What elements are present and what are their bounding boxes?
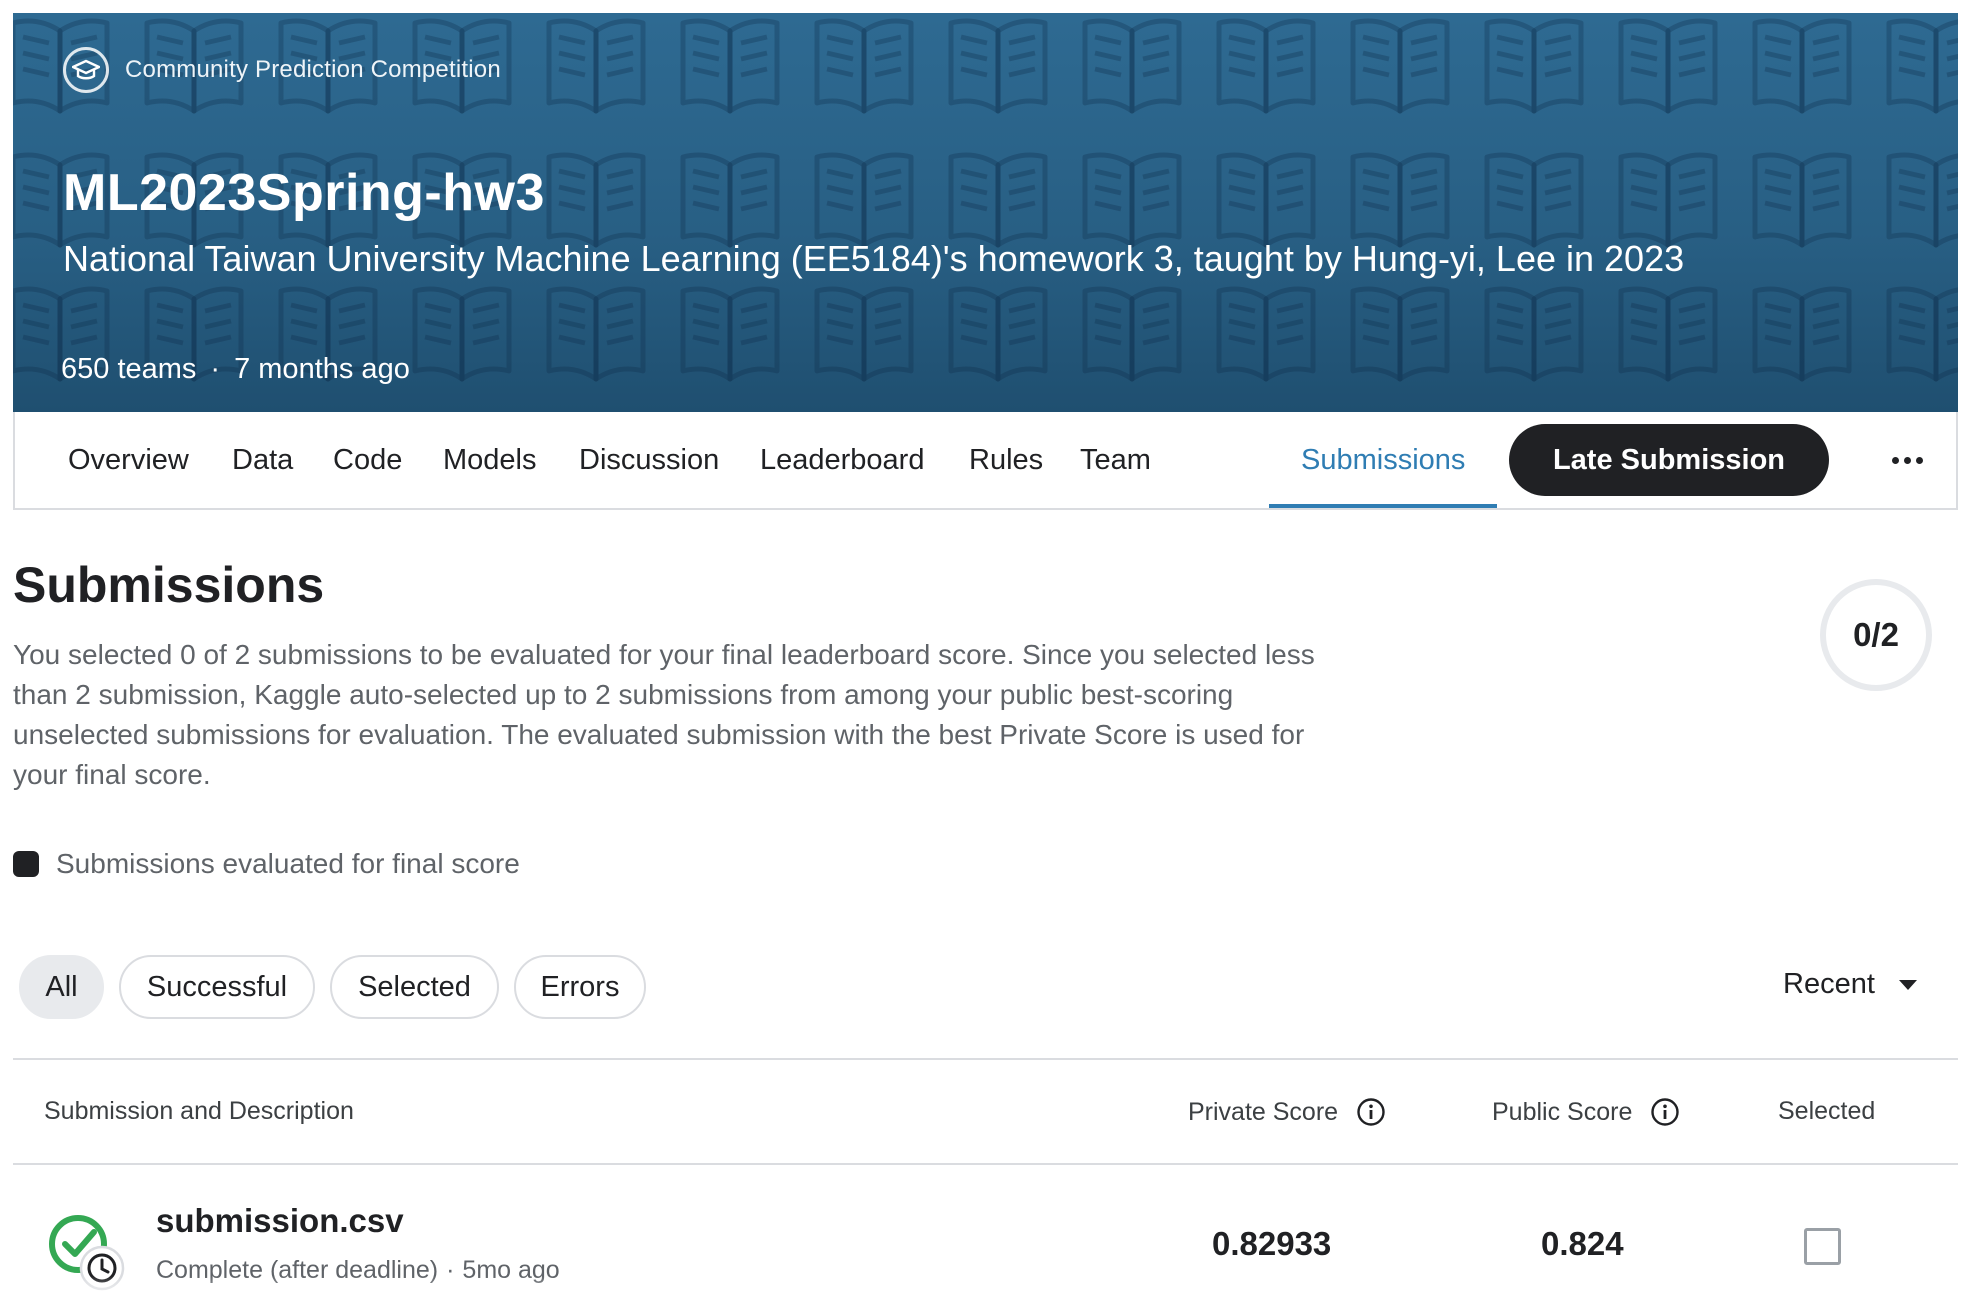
competition-tab-bar: Overview Data Code Models Discussion Lea…: [13, 412, 1958, 510]
private-score-value: 0.82933: [1212, 1225, 1332, 1262]
more-dot: [1891, 456, 1899, 464]
column-header-public-score: Public Score: [1492, 1097, 1680, 1127]
column-header-private-score: Private Score: [1188, 1097, 1386, 1127]
table-header-divider: [13, 1163, 1958, 1165]
competition-header: Community Prediction Competition ML2023S…: [13, 13, 1958, 412]
tab-data[interactable]: Data: [232, 412, 293, 508]
tab-leaderboard[interactable]: Leaderboard: [760, 412, 924, 508]
more-dot: [1915, 456, 1923, 464]
filter-chip-errors[interactable]: Errors: [514, 955, 646, 1019]
meta-separator: ·: [210, 353, 221, 385]
sort-label: Recent: [1783, 968, 1875, 1000]
filter-chip-selected[interactable]: Selected: [330, 955, 499, 1019]
tab-models[interactable]: Models: [443, 412, 537, 508]
final-score-legend: Submissions evaluated for final score: [13, 848, 520, 880]
competition-type-label: Community Prediction Competition: [125, 56, 501, 83]
submission-file-name[interactable]: submission.csv: [156, 1202, 404, 1240]
tab-discussion[interactable]: Discussion: [579, 412, 719, 508]
competition-subtitle: National Taiwan University Machine Learn…: [63, 238, 1685, 279]
teams-count: 650 teams: [61, 353, 197, 385]
column-header-selected: Selected: [1778, 1097, 1875, 1126]
tab-code[interactable]: Code: [333, 412, 402, 508]
column-header-label: Selected: [1778, 1097, 1876, 1125]
table-top-divider: [13, 1058, 1958, 1060]
more-horizontal-icon[interactable]: [1883, 438, 1931, 482]
graduation-cap-icon: [63, 47, 109, 93]
legend-swatch: [13, 851, 39, 877]
column-header-label: Submission and Description: [44, 1097, 354, 1125]
info-icon[interactable]: [1650, 1097, 1680, 1127]
scroll-fade: [0, 1276, 1970, 1306]
competition-meta: 650 teams · 7 months ago: [61, 353, 410, 386]
competition-age: 7 months ago: [234, 353, 410, 385]
competition-title: ML2023Spring-hw3: [63, 164, 545, 222]
tab-team[interactable]: Team: [1080, 412, 1151, 508]
info-icon[interactable]: [1356, 1097, 1386, 1127]
late-submission-button[interactable]: Late Submission: [1509, 424, 1829, 496]
competition-type: Community Prediction Competition: [63, 47, 501, 93]
tab-rules[interactable]: Rules: [969, 412, 1043, 508]
public-score-value: 0.824: [1541, 1225, 1624, 1262]
filter-chip-all[interactable]: All: [19, 955, 104, 1019]
filter-chip-successful[interactable]: Successful: [119, 955, 315, 1019]
column-header-submission: Submission and Description: [44, 1097, 354, 1126]
column-header-label: Public Score: [1492, 1097, 1633, 1126]
column-header-label: Private Score: [1188, 1097, 1339, 1126]
page-title: Submissions: [13, 557, 325, 613]
sort-dropdown[interactable]: Recent: [1783, 968, 1917, 1001]
submissions-description: You selected 0 of 2 submissions to be ev…: [13, 639, 1315, 790]
caret-down-icon: [1898, 979, 1917, 990]
more-dot: [1903, 456, 1911, 464]
tab-overview[interactable]: Overview: [68, 412, 189, 508]
legend-label: Submissions evaluated for final score: [56, 848, 520, 879]
select-submission-checkbox[interactable]: [1804, 1228, 1841, 1265]
tab-submissions[interactable]: Submissions: [1268, 412, 1498, 508]
selected-count-badge: 0/2: [1820, 579, 1932, 691]
